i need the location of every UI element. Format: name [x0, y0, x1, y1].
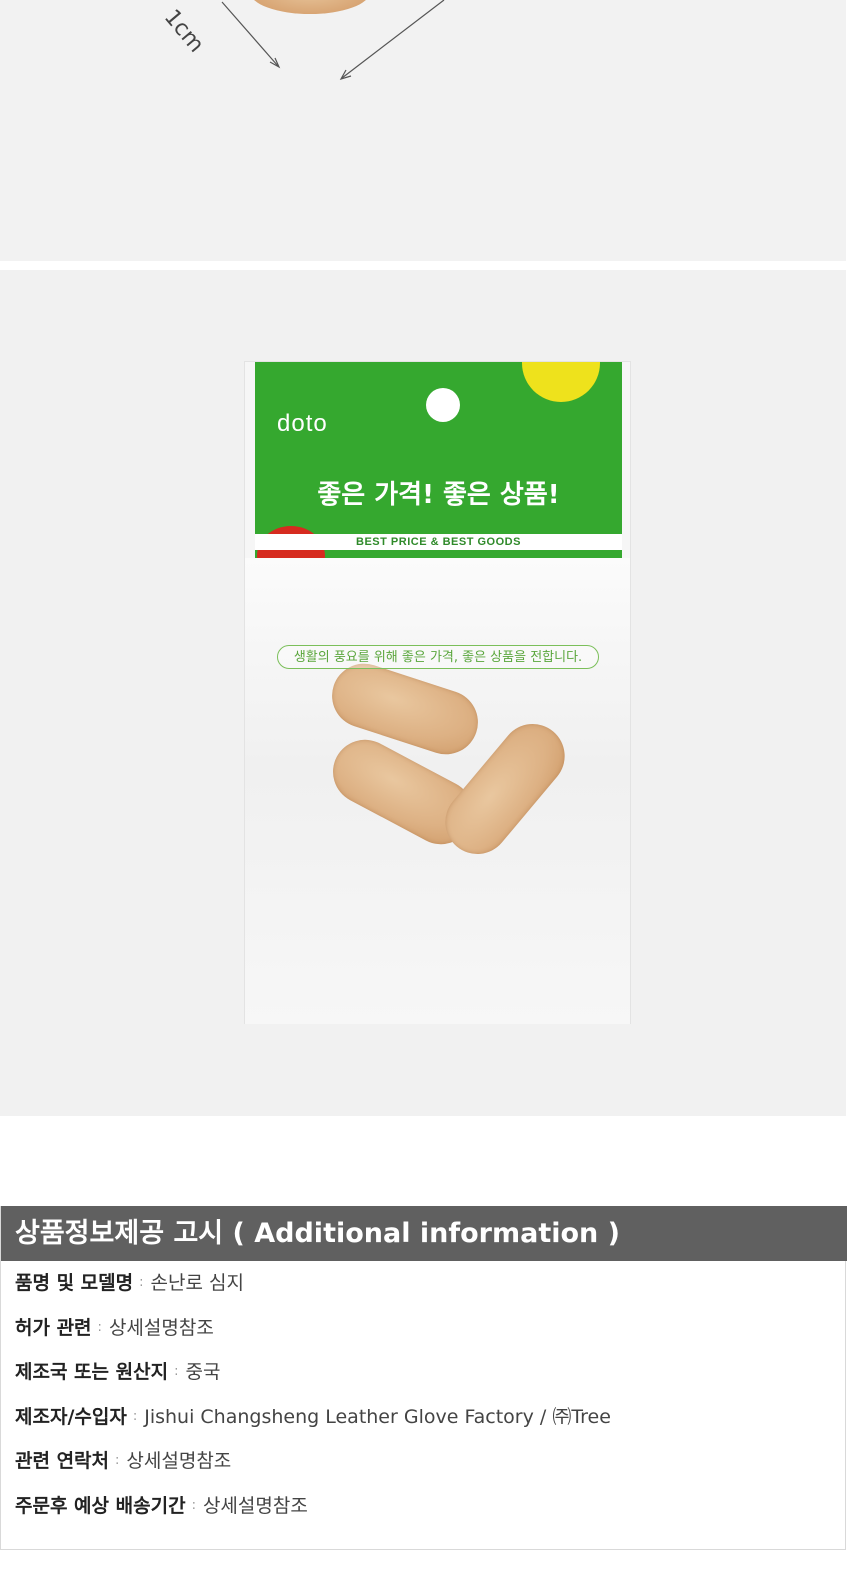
info-key: 제조자/수입자 [15, 1405, 127, 1428]
dimension-arrows [221, 0, 445, 80]
info-value: 상세설명참조 [108, 1316, 214, 1339]
info-row-contact: 관련 연락처: 상세설명참조 [15, 1439, 835, 1484]
info-separator: : [97, 1319, 102, 1335]
info-value: 손난로 심지 [150, 1272, 244, 1294]
product-photo-top: 1cm [0, 0, 846, 261]
product-info-notice: 상품정보제공 고시 ( Additional information ) 품명 … [0, 1206, 847, 1550]
info-key: 주문후 예상 배송기간 [15, 1494, 186, 1517]
info-key: 허가 관련 [15, 1316, 92, 1339]
separator [0, 1116, 860, 1206]
info-value: Jishui Changsheng Leather Glove Factory … [144, 1405, 611, 1428]
info-key: 제조국 또는 원산지 [15, 1361, 169, 1384]
package-bag: doto 좋은 가격! 좋은 상품! BEST PRICE & BEST GOO… [244, 361, 631, 1024]
info-value: 상세설명참조 [126, 1450, 232, 1473]
brand-logo: doto [277, 410, 328, 437]
bag-print-text: 생활의 풍요를 위해 좋은 가격, 좋은 상품을 전합니다. [277, 645, 599, 669]
hang-hole [426, 388, 460, 422]
package-header-card: doto 좋은 가격! 좋은 상품! BEST PRICE & BEST GOO… [255, 362, 622, 558]
info-separator: : [191, 1497, 196, 1513]
info-row-manufacturer: 제조자/수입자: Jishui Changsheng Leather Glove … [15, 1395, 835, 1440]
separator [0, 261, 860, 270]
info-row-certification: 허가 관련: 상세설명참조 [15, 1306, 835, 1351]
package-tagline: BEST PRICE & BEST GOODS [356, 536, 521, 548]
info-key: 관련 연락처 [15, 1450, 110, 1473]
info-separator: : [174, 1364, 179, 1380]
info-separator: : [139, 1275, 144, 1290]
info-row-origin: 제조국 또는 원산지: 중국 [15, 1350, 835, 1395]
info-header: 상품정보제공 고시 ( Additional information ) [1, 1206, 847, 1261]
info-row-shipping: 주문후 예상 배송기간: 상세설명참조 [15, 1484, 835, 1529]
info-key: 품명 및 모델명 [15, 1272, 134, 1294]
info-rows: 품명 및 모델명: 손난로 심지 허가 관련: 상세설명참조 제조국 또는 원산지:… [15, 1261, 835, 1529]
yellow-circle-graphic [522, 362, 600, 402]
info-row-product-name: 품명 및 모델명: 손난로 심지 [15, 1261, 835, 1306]
package-slogan: 좋은 가격! 좋은 상품! [317, 480, 560, 510]
info-separator: : [132, 1408, 138, 1424]
product-photo-package: doto 좋은 가격! 좋은 상품! BEST PRICE & BEST GOO… [0, 270, 846, 1116]
info-separator: : [115, 1453, 120, 1469]
info-value: 상세설명참조 [202, 1494, 308, 1517]
info-value: 중국 [185, 1361, 221, 1384]
info-title: 상품정보제공 고시 ( Additional information ) [15, 1218, 620, 1249]
